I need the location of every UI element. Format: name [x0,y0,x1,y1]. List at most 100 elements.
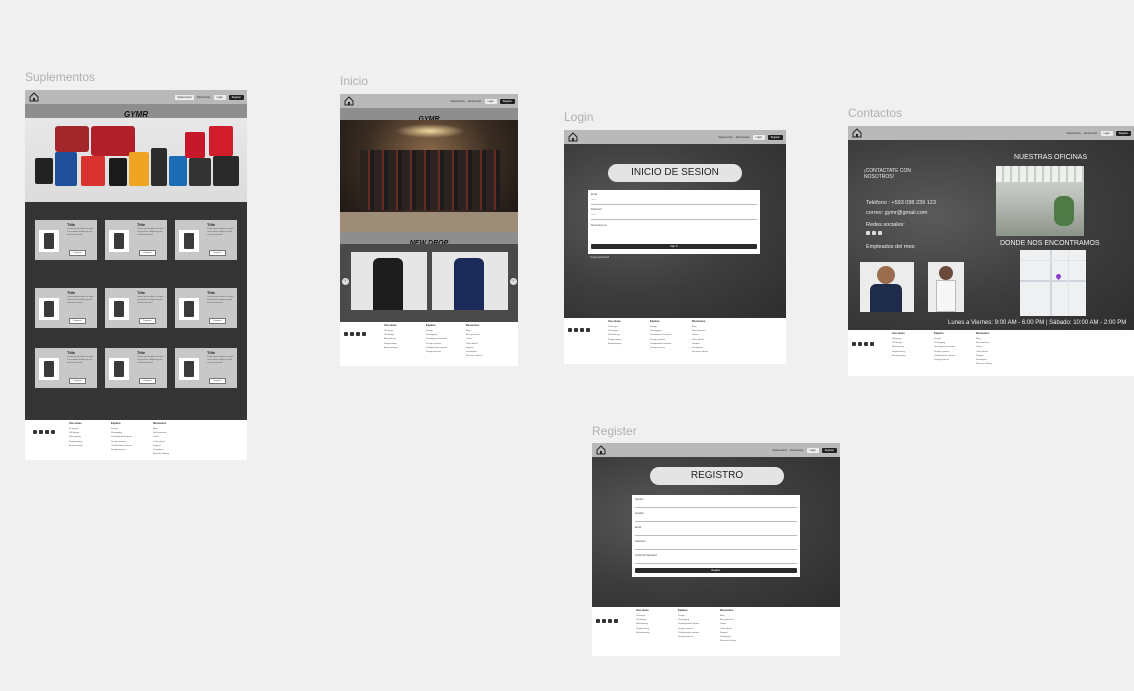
x-icon[interactable] [33,430,37,434]
home-icon[interactable] [852,128,862,138]
nav-suplementos-link[interactable]: Suplementos [175,94,194,100]
register-button[interactable]: Register [821,447,837,453]
buy-button[interactable]: Comprar [69,250,86,256]
product-card: Title Lorem ipsum dolor sit amet consect… [105,288,167,328]
password-field[interactable]: Password [635,540,646,543]
x-icon[interactable] [852,342,856,346]
nav-membresias-link[interactable]: Membresías [790,449,804,452]
nav-suplementos-link[interactable]: Suplementos [1066,132,1081,135]
linkedin-icon[interactable] [362,332,366,336]
home-icon[interactable] [344,96,354,106]
register-submit-button[interactable]: Register [635,568,797,573]
linkedin-icon[interactable] [614,619,618,623]
frame-contactos: Suplementos Membresías Login Register ¡C… [848,126,1134,376]
footer: Use cases UI design UX design Wireframin… [564,318,786,364]
instagram-icon[interactable] [574,328,578,332]
carousel-next-icon[interactable]: › [510,278,517,285]
contact-section: ¡CONTACTATE CON NOSOTROS! Teléfono : +59… [848,140,1134,330]
map-pin-icon [1054,272,1063,281]
product-card: Title Lorem ipsum dolor sit amet consect… [175,288,237,328]
nav-suplementos-link[interactable]: Suplementos [450,100,465,103]
buy-button[interactable]: Comprar [69,318,86,324]
buy-button[interactable]: Comprar [139,250,156,256]
login-button[interactable]: Login [484,98,497,104]
nav-suplementos-link[interactable]: Suplementos [772,449,787,452]
instagram-icon[interactable] [350,332,354,336]
product-description: Lorem ipsum dolor sit amet consectetur a… [207,356,234,364]
carousel-prev-icon[interactable]: ‹ [342,278,349,285]
youtube-icon[interactable] [878,231,882,235]
buy-button[interactable]: Comprar [209,378,226,384]
contact-email: correo: gymr@gmail.com [866,210,928,216]
x-icon[interactable] [596,619,600,623]
login-button[interactable]: Login [806,447,819,453]
navbar: Suplementos Membresías Login Register [340,94,518,108]
confirm-password-field[interactable]: Confirmar Password [635,554,657,557]
sign-in-button[interactable]: Sign In [591,244,757,249]
register-button[interactable]: Register [767,134,783,140]
youtube-icon[interactable] [864,342,868,346]
x-icon[interactable] [866,231,870,235]
location-map[interactable] [1020,250,1086,316]
footer-col-use-cases: Use cases UI design UX design Wireframin… [69,422,83,447]
nav-membresias-link[interactable]: Membresías [736,136,750,139]
nav-membresias-link[interactable]: Membresías [1084,132,1098,135]
nav-membresias-link[interactable]: Membresías [197,96,211,99]
contact-social-links [866,231,882,235]
x-icon[interactable] [568,328,572,332]
footer-col-resources: Resources Blog Best practices Colors Col… [153,422,169,456]
home-icon[interactable] [568,132,578,142]
lastname-field[interactable]: Apellido [635,512,644,515]
login-button[interactable]: Login [752,134,765,140]
register-button[interactable]: Register [228,94,244,100]
linkedin-icon[interactable] [586,328,590,332]
linkedin-icon[interactable] [870,342,874,346]
product-description: Lorem ipsum dolor sit amet consectetur a… [207,296,234,304]
instagram-icon[interactable] [602,619,606,623]
navbar: Suplementos Membresías Login Register [592,443,840,457]
x-icon[interactable] [344,332,348,336]
name-field[interactable]: Nombre [635,498,644,501]
buy-button[interactable]: Comprar [139,318,156,324]
nav-suplementos-link[interactable]: Suplementos [718,136,733,139]
social-title: Redes sociales: [866,222,905,228]
register-button[interactable]: Register [1115,130,1131,136]
product-image [109,358,129,380]
register-title: REGISTRO [650,467,784,485]
email-field[interactable]: Value [591,199,596,201]
email-field[interactable]: Email [635,526,641,529]
youtube-icon[interactable] [580,328,584,332]
product-card: Title Lorem ipsum dolor sit amet consect… [35,348,97,388]
contact-phone: Teléfono : +593 098 239 123 [866,200,936,206]
product-title: Title [137,290,146,295]
youtube-icon[interactable] [356,332,360,336]
brand-bar: GYMR [25,104,247,119]
buy-button[interactable]: Comprar [209,318,226,324]
remember-me-checkbox[interactable]: Remember me [591,224,607,227]
footer-col-explore: Explore Design Prototyping Development f… [650,320,672,350]
product-title: Title [137,350,146,355]
footer: Use cases UI design UX design Wireframin… [848,330,1134,376]
instagram-icon[interactable] [858,342,862,346]
buy-button[interactable]: Comprar [209,250,226,256]
login-button[interactable]: Login [1100,130,1113,136]
youtube-icon[interactable] [45,430,49,434]
linkedin-icon[interactable] [51,430,55,434]
instagram-icon[interactable] [872,231,876,235]
buy-button[interactable]: Comprar [139,378,156,384]
product-image [179,358,199,380]
home-icon[interactable] [29,92,39,102]
login-button[interactable]: Login [213,94,226,100]
navbar: Suplementos Membresías Login Register [25,90,247,104]
register-button[interactable]: Register [499,98,515,104]
product-card: Title Lorem ipsum dolor sit amet consect… [35,220,97,260]
product-image [179,230,199,252]
youtube-icon[interactable] [608,619,612,623]
drop-image-2 [432,252,508,310]
password-field[interactable]: Value [591,214,596,216]
buy-button[interactable]: Comprar [69,378,86,384]
nav-membresias-link[interactable]: Membresías [468,100,482,103]
forgot-password-link[interactable]: Forgot password? [590,256,609,259]
home-icon[interactable] [596,445,606,455]
instagram-icon[interactable] [39,430,43,434]
